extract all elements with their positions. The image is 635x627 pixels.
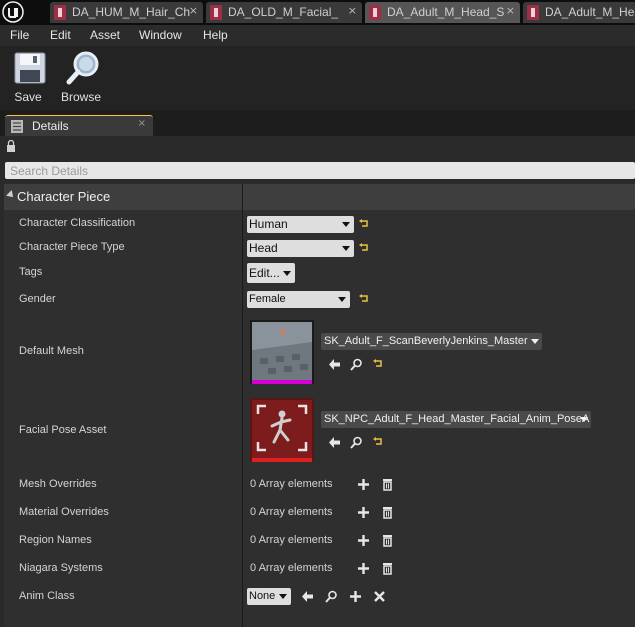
tab-da-hum-m-hair[interactable]: DA_HUM_M_Hair_Ch × xyxy=(50,2,203,23)
array-count: 0 Array elements xyxy=(250,506,333,518)
use-selected-icon[interactable] xyxy=(301,590,314,603)
menu-edit[interactable]: Edit xyxy=(50,28,71,42)
chevron-down-icon xyxy=(342,246,350,251)
browse-label: Browse xyxy=(60,90,101,104)
menu-asset[interactable]: Asset xyxy=(90,28,120,42)
array-count: 0 Array elements xyxy=(250,534,333,546)
combo-value: Human xyxy=(249,217,288,231)
delete-icon[interactable] xyxy=(381,478,394,491)
close-icon[interactable]: × xyxy=(138,118,146,129)
add-icon[interactable] xyxy=(357,534,370,547)
gender-combo[interactable]: Female xyxy=(247,291,350,308)
delete-icon[interactable] xyxy=(381,534,394,547)
add-icon[interactable] xyxy=(349,590,362,603)
lock-icon[interactable] xyxy=(6,140,16,152)
combo-value: SK_Adult_F_ScanBeverlyJenkins_Master xyxy=(324,335,528,347)
data-asset-icon xyxy=(527,5,539,20)
prop-label-facial-pose-asset: Facial Pose Asset xyxy=(19,424,107,436)
save-label: Save xyxy=(14,90,42,104)
character-classification-combo[interactable]: Human xyxy=(247,216,354,233)
character-piece-type-combo[interactable]: Head xyxy=(247,240,354,257)
anim-class-combo[interactable]: None xyxy=(247,588,291,605)
column-divider[interactable] xyxy=(242,184,243,627)
browse-asset-icon[interactable] xyxy=(350,358,363,371)
add-icon[interactable] xyxy=(357,506,370,519)
prop-label-default-mesh: Default Mesh xyxy=(19,345,84,357)
menu-help[interactable]: Help xyxy=(203,28,228,42)
tab-da-adult-m-head-active[interactable]: DA_Adult_M_Head_S × xyxy=(365,2,520,23)
combo-value: None xyxy=(249,590,276,602)
data-asset-icon xyxy=(54,5,66,20)
prop-label-region-names: Region Names xyxy=(19,534,92,546)
chevron-down-icon xyxy=(283,271,291,276)
combo-value: SK_NPC_Adult_F_Head_Master_Facial_Anim_P… xyxy=(324,413,590,425)
data-asset-icon xyxy=(210,5,222,20)
prop-label-niagara-systems: Niagara Systems xyxy=(19,562,103,574)
browse-asset-icon[interactable] xyxy=(325,590,338,603)
combo-value: Female xyxy=(249,293,286,305)
prop-label-tags: Tags xyxy=(19,266,43,278)
delete-icon[interactable] xyxy=(381,562,394,575)
facial-pose-thumbnail[interactable] xyxy=(250,398,314,462)
collapse-arrow-icon[interactable] xyxy=(6,190,16,200)
reset-arrow-icon[interactable] xyxy=(373,359,383,369)
browse-icon xyxy=(66,51,99,85)
details-tab[interactable]: Details × xyxy=(5,115,153,137)
chevron-down-icon xyxy=(279,594,287,599)
prop-label-character-piece-type: Character Piece Type xyxy=(19,241,125,253)
unreal-logo-icon[interactable] xyxy=(2,1,24,23)
combo-value: Edit... xyxy=(249,266,280,280)
reset-arrow-icon[interactable] xyxy=(373,437,383,447)
search-box[interactable] xyxy=(5,162,635,179)
clear-icon[interactable] xyxy=(373,590,386,603)
tab-label: DA_OLD_M_Facial_ xyxy=(228,5,339,19)
save-icon xyxy=(14,52,46,84)
reset-arrow-icon[interactable] xyxy=(359,294,369,304)
array-count: 0 Array elements xyxy=(250,562,333,574)
tags-edit-button[interactable]: Edit... xyxy=(247,263,295,283)
combo-value: Head xyxy=(249,241,278,255)
menu-bar: File Edit Asset Window Help xyxy=(0,25,635,46)
facial-pose-asset-combo[interactable]: SK_NPC_Adult_F_Head_Master_Facial_Anim_P… xyxy=(321,411,591,428)
browse-asset-icon[interactable] xyxy=(350,436,363,449)
add-icon[interactable] xyxy=(357,562,370,575)
chevron-down-icon xyxy=(580,417,588,422)
category-title: Character Piece xyxy=(17,189,111,204)
prop-label-material-overrides: Material Overrides xyxy=(19,506,109,518)
toolbar: Save Browse xyxy=(0,46,635,110)
tab-da-adult-m-head[interactable]: DA_Adult_M_Head xyxy=(523,2,635,23)
prop-label-gender: Gender xyxy=(19,293,56,305)
menu-window[interactable]: Window xyxy=(139,28,182,42)
chevron-down-icon xyxy=(531,339,539,344)
reset-arrow-icon[interactable] xyxy=(359,219,369,229)
array-count: 0 Array elements xyxy=(250,478,333,490)
details-icon xyxy=(11,120,23,133)
browse-button[interactable]: Browse xyxy=(55,46,107,108)
tab-label: DA_Adult_M_Head xyxy=(545,5,635,19)
chevron-down-icon xyxy=(342,222,350,227)
add-icon[interactable] xyxy=(357,478,370,491)
default-mesh-thumbnail[interactable] xyxy=(250,320,314,384)
default-mesh-combo[interactable]: SK_Adult_F_ScanBeverlyJenkins_Master xyxy=(321,333,542,350)
category-header[interactable]: Character Piece xyxy=(4,184,635,210)
menu-file[interactable]: File xyxy=(10,28,29,42)
chevron-down-icon xyxy=(338,297,346,302)
close-icon[interactable]: × xyxy=(506,4,515,17)
prop-label-character-classification: Character Classification xyxy=(19,217,136,229)
delete-icon[interactable] xyxy=(381,506,394,519)
search-input[interactable] xyxy=(5,162,635,179)
reset-arrow-icon[interactable] xyxy=(359,243,369,253)
save-button[interactable]: Save xyxy=(2,46,54,108)
close-icon[interactable]: × xyxy=(189,4,198,17)
details-tab-label: Details xyxy=(32,119,69,133)
use-selected-icon[interactable] xyxy=(328,436,341,449)
tab-label: DA_Adult_M_Head_S xyxy=(387,5,505,19)
prop-label-anim-class: Anim Class xyxy=(19,590,75,602)
data-asset-icon xyxy=(369,5,381,20)
prop-label-mesh-overrides: Mesh Overrides xyxy=(19,478,97,490)
close-icon[interactable]: × xyxy=(348,4,357,17)
use-selected-icon[interactable] xyxy=(328,358,341,371)
tab-da-old-m-facial[interactable]: DA_OLD_M_Facial_ × xyxy=(206,2,362,23)
tab-label: DA_HUM_M_Hair_Ch xyxy=(72,5,191,19)
